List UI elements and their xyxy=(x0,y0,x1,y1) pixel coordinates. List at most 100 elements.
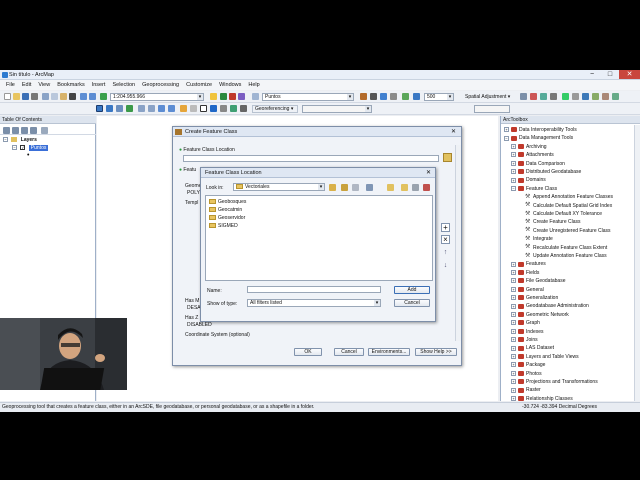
toolbox-tool-item[interactable]: ⚒ Calculate Default Spatial Grid Index xyxy=(525,202,612,210)
graph-icon[interactable] xyxy=(602,93,609,100)
menu-help[interactable]: Help xyxy=(248,82,259,88)
toolbox-item[interactable]: + Generalization xyxy=(511,294,558,302)
menu-file[interactable]: File xyxy=(6,82,15,88)
expand-icon[interactable]: + xyxy=(511,362,516,368)
find-icon[interactable] xyxy=(592,93,599,100)
close-button[interactable]: ✕ xyxy=(619,70,640,79)
save-icon[interactable] xyxy=(22,93,29,100)
menu-windows[interactable]: Windows xyxy=(219,82,241,88)
menu-insert[interactable]: Insert xyxy=(92,82,106,88)
expand-icon[interactable]: + xyxy=(511,395,516,401)
link-icon[interactable] xyxy=(530,93,537,100)
dialog-scrollbar[interactable] xyxy=(455,145,461,341)
chevron-down-icon[interactable]: ▾ xyxy=(374,300,380,306)
copy-icon[interactable] xyxy=(51,93,58,100)
add-icon[interactable]: + xyxy=(441,223,450,232)
chevron-down-icon[interactable]: ▾ xyxy=(447,94,453,100)
topology-icon[interactable] xyxy=(402,93,409,100)
toolbox-item[interactable]: + Raster xyxy=(511,386,541,394)
folder-item[interactable]: Geocatmin xyxy=(209,207,242,213)
expand-icon[interactable]: + xyxy=(511,303,516,309)
settings-icon[interactable] xyxy=(572,93,579,100)
toolbox-tool-item[interactable]: ⚒ Calculate Default XY Tolerance xyxy=(525,210,602,218)
new-geodatabase-icon[interactable] xyxy=(423,184,430,191)
arctoolbox-icon[interactable] xyxy=(220,93,227,100)
list-by-selection-icon[interactable] xyxy=(30,127,37,134)
show-help-button[interactable]: Show Help >> xyxy=(415,348,457,356)
undo-icon[interactable] xyxy=(80,93,87,100)
info-icon[interactable] xyxy=(582,93,589,100)
toolbox-item[interactable]: + Attachments xyxy=(511,151,554,159)
browse-folder-icon[interactable] xyxy=(443,153,452,162)
expand-icon[interactable]: + xyxy=(511,269,516,275)
adjust-source-combo[interactable] xyxy=(474,105,510,113)
menu-geoprocessing[interactable]: Geoprocessing xyxy=(142,82,179,88)
report-icon[interactable] xyxy=(612,93,619,100)
layers-frame[interactable]: − Layers xyxy=(3,136,37,144)
layer-name[interactable]: Puntos xyxy=(28,145,49,151)
toolbox-item[interactable]: + Data Interoperability Tools xyxy=(504,126,577,134)
pan-icon[interactable] xyxy=(116,105,123,112)
table-icon[interactable] xyxy=(550,93,557,100)
sketch-icon[interactable] xyxy=(370,93,377,100)
menu-selection[interactable]: Selection xyxy=(112,82,135,88)
toolbox-tool-item[interactable]: ⚒ Recalculate Feature Class Extent xyxy=(525,244,607,252)
list-by-source-icon[interactable] xyxy=(12,127,19,134)
minimize-button[interactable]: − xyxy=(583,70,601,79)
list-by-drawing-order-icon[interactable] xyxy=(3,127,10,134)
identify-icon[interactable] xyxy=(210,105,217,112)
expand-icon[interactable]: + xyxy=(511,328,516,334)
toolbox-item[interactable]: + Archiving xyxy=(511,143,547,151)
paste-icon[interactable] xyxy=(60,93,67,100)
move-down-icon[interactable]: ↓ xyxy=(441,262,450,271)
print-icon[interactable] xyxy=(31,93,38,100)
find-icon[interactable] xyxy=(220,105,227,112)
toolbox-item[interactable]: + Features xyxy=(511,260,546,268)
vertex-icon[interactable] xyxy=(390,93,397,100)
toolbox-item[interactable]: + Geodatabase Administration xyxy=(511,302,589,310)
toolbox-item[interactable]: + Layers and Table Views xyxy=(511,353,579,361)
home-icon[interactable] xyxy=(341,184,348,191)
toolbox-item[interactable]: + File Geodatabase xyxy=(511,277,565,285)
list-by-visibility-icon[interactable] xyxy=(21,127,28,134)
expand-icon[interactable]: + xyxy=(511,353,516,359)
new-icon[interactable] xyxy=(4,93,11,100)
toolbox-item[interactable]: + Geometric Network xyxy=(511,311,569,319)
folder-item[interactable]: SIGMED xyxy=(209,223,238,229)
zoom-icon[interactable] xyxy=(413,93,420,100)
close-icon[interactable]: ✕ xyxy=(426,168,431,178)
collapse-icon[interactable]: − xyxy=(12,145,17,151)
delete-icon[interactable] xyxy=(412,184,419,191)
expand-icon[interactable]: + xyxy=(511,286,516,292)
snap-icon[interactable] xyxy=(380,93,387,100)
connect-folder-icon[interactable] xyxy=(387,184,394,191)
expand-icon[interactable]: + xyxy=(511,345,516,351)
close-icon[interactable]: ✕ xyxy=(451,127,456,137)
show-type-combo[interactable]: All filters listed ▾ xyxy=(247,299,381,307)
toolbox-item[interactable]: + Data Comparison xyxy=(511,160,565,168)
expand-icon[interactable]: + xyxy=(511,160,516,166)
toolbox-item[interactable]: + Indexes xyxy=(511,328,544,336)
toolbox-item[interactable]: + Package xyxy=(511,361,545,369)
forward-extent-icon[interactable] xyxy=(168,105,175,112)
maximize-button[interactable]: □ xyxy=(601,70,619,79)
toolbox-tool-item[interactable]: ⚒ Create Feature Class xyxy=(525,218,581,226)
georeferencing-menu[interactable]: Georeferencing ▾ xyxy=(252,105,298,113)
has-z-value[interactable]: DISABLED xyxy=(187,322,212,328)
cancel-button[interactable]: Cancel xyxy=(334,348,364,356)
has-m-value[interactable]: DESA xyxy=(187,305,201,311)
expand-icon[interactable]: + xyxy=(511,169,516,175)
expand-icon[interactable]: + xyxy=(511,177,516,183)
options-icon[interactable] xyxy=(41,127,48,134)
chevron-down-icon[interactable]: ▾ xyxy=(318,184,324,190)
editor-icon[interactable] xyxy=(210,93,217,100)
expand-icon[interactable]: + xyxy=(511,152,516,158)
location-input[interactable] xyxy=(183,155,439,162)
expand-icon[interactable]: + xyxy=(511,261,516,267)
toolbox-item[interactable]: + Photos xyxy=(511,370,542,378)
add-data-icon[interactable] xyxy=(100,93,107,100)
toolbox-item[interactable]: + General xyxy=(511,286,544,294)
toolbox-tool-item[interactable]: ⚒ Integrate xyxy=(525,235,553,243)
expand-icon[interactable]: + xyxy=(511,311,516,317)
arctoolbox-scrollbar[interactable] xyxy=(634,125,640,401)
